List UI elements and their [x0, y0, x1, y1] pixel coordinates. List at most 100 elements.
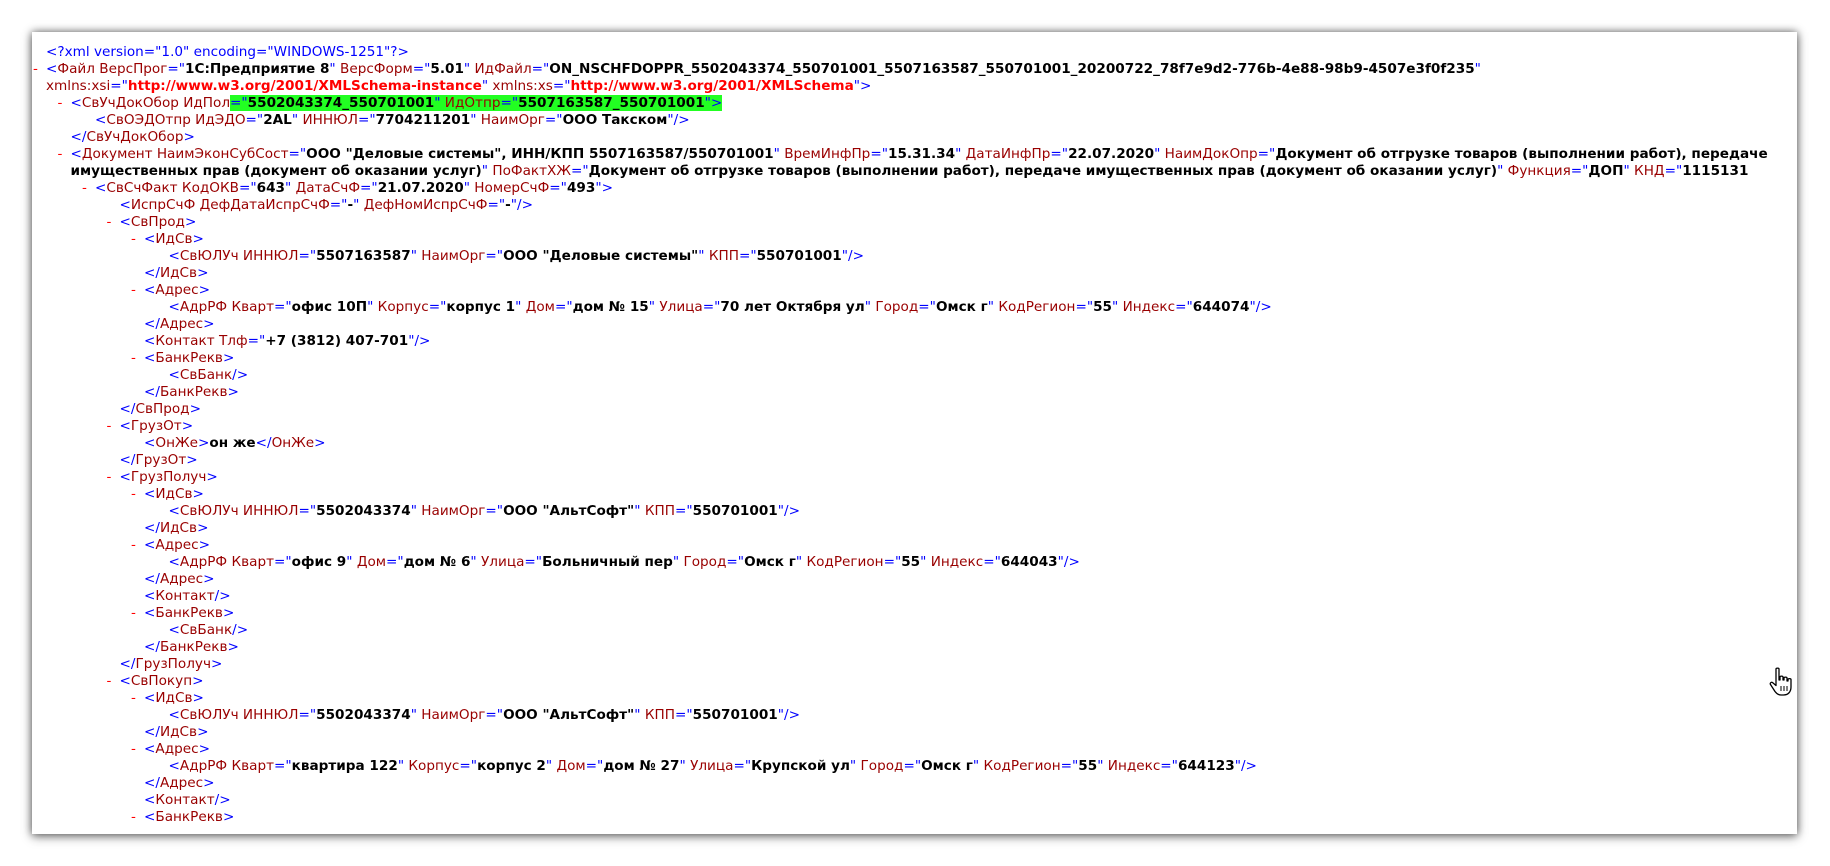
xml-attribute-name: НаимЭконСубСост	[152, 146, 289, 162]
xml-bracket: ="	[247, 333, 266, 349]
xml-bracket: ="	[726, 554, 745, 570]
xml-bracket: >	[203, 775, 215, 791]
xml-attribute-value: квартира 122	[291, 758, 398, 774]
xml-attribute-value: 644074	[1192, 299, 1250, 315]
xml-attribute-value: 70 лет Октября ул	[720, 299, 865, 315]
xml-attribute-value: 2AL	[263, 112, 292, 128]
collapse-toggle[interactable]: -	[131, 741, 136, 758]
xml-attribute-name: xmlns:xsi	[46, 78, 111, 94]
xml-bracket: <	[144, 588, 156, 604]
xml-bracket: />	[232, 367, 249, 383]
xml-bracket: ="	[167, 61, 186, 77]
xml-attribute-name: КНД	[1629, 163, 1665, 179]
xml-bracket: >	[198, 282, 210, 298]
xml-bracket: </	[119, 452, 136, 468]
xml-line: - <СвПрод>	[32, 214, 1797, 231]
xml-bracket: <	[144, 809, 156, 825]
xml-bracket: ="	[298, 248, 317, 264]
xml-attribute-value: офис 9	[291, 554, 347, 570]
xml-line-content: <СвЮЛУч ИННЮЛ="5502043374" НаимОрг="ООО …	[169, 503, 800, 520]
collapse-toggle[interactable]: -	[107, 214, 112, 231]
xml-attribute-name: xmlns:xs	[488, 78, 553, 94]
collapse-toggle[interactable]: -	[131, 350, 136, 367]
xml-bracket: ="	[245, 112, 264, 128]
collapse-toggle[interactable]: -	[131, 231, 136, 248]
xml-line: - <СвУчДокОбор ИдПол="5502043374_55070100…	[32, 95, 1797, 112]
xml-line: </Адрес>	[32, 571, 1797, 588]
xml-line-content: <Адрес>	[144, 282, 210, 299]
xml-bracket: ="	[274, 299, 292, 315]
collapse-toggle[interactable]: -	[131, 486, 136, 503]
xml-bracket: <?	[46, 44, 65, 60]
xml-bracket: >	[183, 129, 195, 145]
xml-line: </ИдСв>	[32, 520, 1797, 537]
collapse-toggle[interactable]: -	[107, 418, 112, 435]
xml-bracket: ="	[500, 95, 519, 111]
xml-tag-name: Адрес	[155, 282, 199, 298]
xml-tag-name: ОнЖе	[155, 435, 198, 451]
xml-tag-name: Контакт	[155, 333, 215, 349]
xml-attribute-value: 5.01	[430, 61, 464, 77]
xml-bracket: >	[222, 350, 235, 366]
xml-line: - <ИдСв>	[32, 231, 1797, 248]
xml-line: xmlns:xsi="http://www.w3.org/2001/XMLSch…	[32, 78, 1797, 95]
collapse-toggle[interactable]: -	[131, 690, 136, 707]
collapse-toggle[interactable]: -	[131, 605, 136, 622]
xml-attribute-name: КПП	[640, 707, 675, 723]
xml-bracket: <	[144, 605, 156, 621]
xml-attribute-name: Индекс	[1103, 758, 1161, 774]
xml-attribute-value: 55	[901, 554, 921, 570]
xml-bracket: ="	[733, 758, 752, 774]
xml-attribute-value: ООО "Деловые системы", ИНН/КПП 550716358…	[306, 146, 774, 162]
collapse-toggle[interactable]: -	[58, 146, 63, 163]
xml-line: <Контакт Тлф="+7 (3812) 407-701"/>	[32, 333, 1797, 350]
collapse-toggle[interactable]: -	[131, 537, 136, 554]
xml-attribute-name: КодРегион	[994, 299, 1076, 315]
xml-bracket: />	[214, 588, 231, 604]
xml-attribute-value: корпус 1	[446, 299, 516, 315]
collapse-toggle[interactable]: -	[107, 673, 112, 690]
xml-line-content: <Контакт/>	[144, 588, 231, 605]
collapse-toggle[interactable]: -	[82, 180, 87, 197]
collapse-toggle[interactable]: -	[131, 282, 136, 299]
xml-attribute-name: НаимОрг	[416, 248, 486, 264]
collapse-toggle[interactable]: -	[107, 469, 112, 486]
xml-attribute-value: 22.07.2020	[1068, 146, 1155, 162]
xml-viewer: <?xml version="1.0" encoding="WINDOWS-12…	[32, 32, 1797, 834]
xml-line-content: </ИдСв>	[144, 265, 208, 282]
xml-line-content: </ИдСв>	[144, 520, 208, 537]
xml-line-content: <ИдСв>	[144, 486, 204, 503]
xml-line: - <Адрес>	[32, 741, 1797, 758]
xml-bracket: "	[241, 95, 248, 111]
xml-line: - <Документ НаимЭконСубСост="ООО "Деловые…	[32, 146, 1797, 163]
xml-attribute-name: ИННЮЛ	[238, 707, 299, 723]
xml-tag-name: ОнЖе	[271, 435, 315, 451]
xml-bracket: >	[197, 435, 210, 451]
xml-attribute-name: ИдФайл	[470, 61, 532, 77]
xml-line-content: <Адрес>	[144, 537, 210, 554]
xml-attribute-value: +7 (3812) 407-701	[265, 333, 409, 349]
xml-attribute-name: ДефНомИспрСчФ	[359, 197, 488, 213]
xml-tag-name: БанкРекв	[155, 605, 223, 621]
xml-bracket: ="	[702, 299, 721, 315]
xml-bracket: >	[227, 384, 239, 400]
xml-bracket: ="	[674, 707, 693, 723]
xml-bracket: ="	[1570, 163, 1589, 179]
xml-bracket: ="	[329, 197, 348, 213]
xml-attribute-name: Корпус	[373, 299, 429, 315]
xml-attribute-value: корпус 2	[477, 758, 546, 774]
xml-tag-name: АдрРФ	[179, 554, 228, 570]
hand-pointer-icon	[1769, 667, 1792, 696]
xml-line-content: <Контакт Тлф="+7 (3812) 407-701"/>	[144, 333, 430, 350]
xml-line: </СвПрод>	[32, 401, 1797, 418]
xml-bracket: </	[70, 129, 87, 145]
collapse-toggle[interactable]: -	[33, 61, 38, 78]
collapse-toggle[interactable]: -	[58, 95, 63, 112]
xml-namespace-url: http://www.w3.org/2001/XMLSchema-instanc…	[127, 78, 482, 94]
xml-line: <Контакт/>	[32, 588, 1797, 605]
xml-bracket: "/>	[408, 333, 431, 349]
xml-line-content: <ОнЖе>он же</ОнЖе>	[144, 435, 326, 452]
xml-bracket: >	[197, 265, 209, 281]
collapse-toggle[interactable]: -	[131, 809, 136, 826]
xml-tag-name: СвПрод	[130, 214, 185, 230]
